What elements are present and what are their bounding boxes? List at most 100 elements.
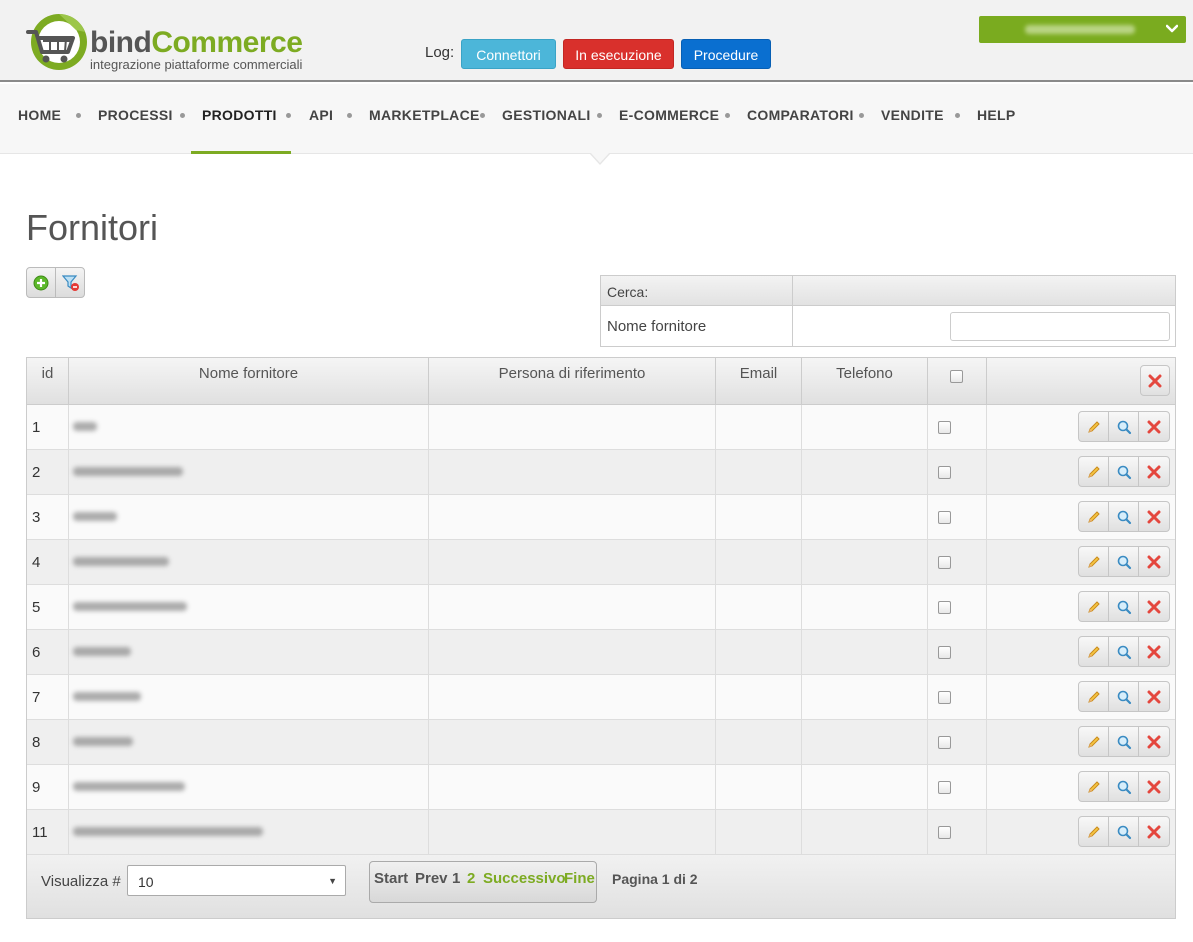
cell-nome-fornitore bbox=[69, 540, 429, 584]
row-select-checkbox[interactable] bbox=[938, 781, 951, 794]
pager-start[interactable]: Start bbox=[374, 870, 408, 887]
view-button[interactable] bbox=[1109, 727, 1139, 756]
supplier-name-search-input[interactable] bbox=[950, 312, 1170, 341]
col-header-id[interactable]: id bbox=[27, 358, 69, 404]
cell-select bbox=[928, 540, 987, 584]
pencil-icon bbox=[1087, 420, 1100, 433]
pencil-icon bbox=[1087, 645, 1100, 658]
edit-button[interactable] bbox=[1079, 412, 1109, 441]
bindcommerce-logo[interactable]: bindCommerce integrazione piattaforme co… bbox=[26, 12, 316, 74]
row-select-checkbox[interactable] bbox=[938, 646, 951, 659]
pager-end[interactable]: Fine bbox=[564, 870, 595, 887]
delete-button[interactable] bbox=[1139, 637, 1169, 666]
delete-button[interactable] bbox=[1139, 727, 1169, 756]
cell-telefono bbox=[802, 810, 928, 854]
nav-separator bbox=[597, 113, 602, 118]
row-select-checkbox[interactable] bbox=[938, 691, 951, 704]
nav-item-processi[interactable]: PROCESSI bbox=[98, 107, 173, 123]
col-header-telefono[interactable]: Telefono bbox=[802, 358, 928, 404]
delete-x-icon bbox=[1147, 510, 1161, 523]
supplier-name-label: Nome fornitore bbox=[607, 318, 707, 335]
delete-button[interactable] bbox=[1139, 457, 1169, 486]
plus-circle-icon bbox=[33, 275, 49, 290]
delete-selected-button[interactable] bbox=[1140, 365, 1170, 396]
table-row: 8 bbox=[27, 720, 1175, 765]
nav-item-comparatori[interactable]: COMPARATORI bbox=[747, 107, 854, 123]
edit-button[interactable] bbox=[1079, 502, 1109, 531]
row-actions bbox=[1078, 546, 1170, 577]
edit-button[interactable] bbox=[1079, 817, 1109, 846]
pager-next[interactable]: Successivo bbox=[483, 870, 566, 887]
view-button[interactable] bbox=[1109, 502, 1139, 531]
cell-id: 3 bbox=[27, 495, 69, 539]
nav-item-vendite[interactable]: VENDITE bbox=[881, 107, 944, 123]
view-button[interactable] bbox=[1109, 412, 1139, 441]
view-button[interactable] bbox=[1109, 457, 1139, 486]
nav-item-prodotti[interactable]: PRODOTTI bbox=[202, 107, 277, 123]
edit-button[interactable] bbox=[1079, 772, 1109, 801]
delete-button[interactable] bbox=[1139, 817, 1169, 846]
nav-item-e-commerce[interactable]: E-COMMERCE bbox=[619, 107, 719, 123]
supplier-name-blurred bbox=[73, 512, 117, 521]
page-size-select[interactable]: 10 ▼ bbox=[127, 865, 346, 896]
view-button[interactable] bbox=[1109, 817, 1139, 846]
delete-button[interactable] bbox=[1139, 592, 1169, 621]
nav-item-home[interactable]: HOME bbox=[18, 107, 61, 123]
nav-separator bbox=[180, 113, 185, 118]
row-select-checkbox[interactable] bbox=[938, 826, 951, 839]
view-button[interactable] bbox=[1109, 682, 1139, 711]
delete-button[interactable] bbox=[1139, 502, 1169, 531]
nav-active-underline bbox=[191, 151, 291, 154]
table-row: 5 bbox=[27, 585, 1175, 630]
view-button[interactable] bbox=[1109, 637, 1139, 666]
procedure-button[interactable]: Procedure bbox=[681, 39, 771, 69]
col-header-select bbox=[928, 358, 987, 404]
nav-item-gestionali[interactable]: GESTIONALI bbox=[502, 107, 591, 123]
account-dropdown[interactable] bbox=[979, 16, 1186, 43]
view-button[interactable] bbox=[1109, 772, 1139, 801]
view-button[interactable] bbox=[1109, 547, 1139, 576]
row-actions bbox=[1078, 591, 1170, 622]
col-header-persona-riferimento[interactable]: Persona di riferimento bbox=[429, 358, 716, 404]
edit-button[interactable] bbox=[1079, 682, 1109, 711]
connettori-button[interactable]: Connettori bbox=[461, 39, 556, 69]
edit-button[interactable] bbox=[1079, 457, 1109, 486]
table-footer: Visualizza # 10 ▼ Start Prev 1 2 Success… bbox=[27, 855, 1175, 918]
select-all-checkbox[interactable] bbox=[950, 370, 963, 383]
nav-item-help[interactable]: HELP bbox=[977, 107, 1016, 123]
nav-item-marketplace[interactable]: MARKETPLACE bbox=[369, 107, 480, 123]
pager-page-2[interactable]: 2 bbox=[467, 870, 475, 887]
row-select-checkbox[interactable] bbox=[938, 556, 951, 569]
cell-persona-riferimento bbox=[429, 810, 716, 854]
delete-button[interactable] bbox=[1139, 772, 1169, 801]
delete-button[interactable] bbox=[1139, 547, 1169, 576]
edit-button[interactable] bbox=[1079, 547, 1109, 576]
cell-email bbox=[716, 675, 802, 719]
row-select-checkbox[interactable] bbox=[938, 511, 951, 524]
supplier-name-blurred bbox=[73, 692, 141, 701]
row-select-checkbox[interactable] bbox=[938, 736, 951, 749]
pager-page-1[interactable]: 1 bbox=[452, 870, 460, 887]
delete-button[interactable] bbox=[1139, 682, 1169, 711]
cell-id: 8 bbox=[27, 720, 69, 764]
nav-item-api[interactable]: API bbox=[309, 107, 333, 123]
delete-button[interactable] bbox=[1139, 412, 1169, 441]
row-select-checkbox[interactable] bbox=[938, 421, 951, 434]
search-panel: Cerca: Nome fornitore bbox=[600, 275, 1176, 347]
row-select-checkbox[interactable] bbox=[938, 601, 951, 614]
edit-button[interactable] bbox=[1079, 592, 1109, 621]
table-row: 2 bbox=[27, 450, 1175, 495]
page-size-label: Visualizza # bbox=[41, 873, 121, 890]
add-button[interactable] bbox=[27, 268, 56, 297]
col-header-email[interactable]: Email bbox=[716, 358, 802, 404]
cell-telefono bbox=[802, 540, 928, 584]
edit-button[interactable] bbox=[1079, 727, 1109, 756]
view-button[interactable] bbox=[1109, 592, 1139, 621]
in-esecuzione-button[interactable]: In esecuzione bbox=[563, 39, 674, 69]
cell-telefono bbox=[802, 630, 928, 674]
remove-filter-button[interactable] bbox=[56, 268, 85, 297]
col-header-nome-fornitore[interactable]: Nome fornitore bbox=[69, 358, 429, 404]
row-select-checkbox[interactable] bbox=[938, 466, 951, 479]
pager-prev[interactable]: Prev bbox=[415, 870, 448, 887]
edit-button[interactable] bbox=[1079, 637, 1109, 666]
